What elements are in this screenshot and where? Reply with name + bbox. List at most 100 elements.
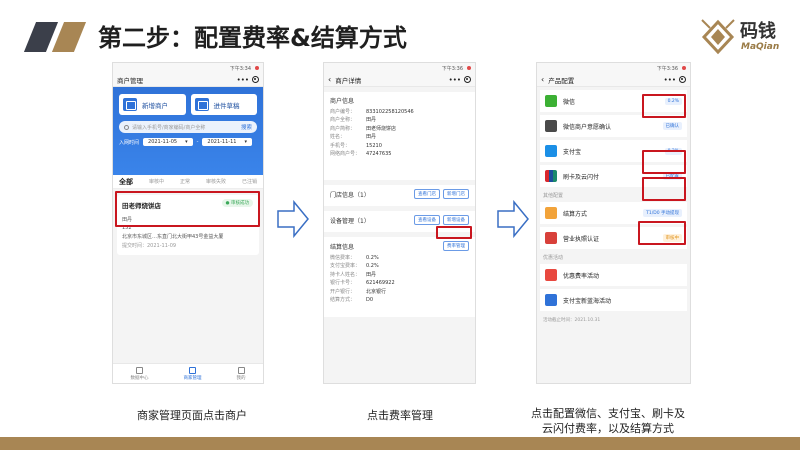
- info-value: 田老师烧饼店: [366, 125, 397, 132]
- merchant-info-section: 商户信息 商户编号： 833102258120546 商户全称： 田丹 商户简称： 田老师…: [324, 92, 475, 180]
- flow-arrow-icon: [277, 199, 309, 239]
- tab-data-center[interactable]: 数据中心: [131, 366, 149, 381]
- tab-merchant-manage[interactable]: 商家管理: [184, 366, 202, 381]
- info-value: 田丹: [366, 271, 377, 278]
- status-time: 下午3:36: [656, 65, 678, 72]
- search-icon: [124, 124, 129, 130]
- back-icon[interactable]: ‹: [541, 75, 544, 84]
- close-target-icon[interactable]: [252, 76, 259, 83]
- highlight-alipay-rate: [642, 150, 686, 174]
- fee-manage-button[interactable]: 费率管理: [443, 241, 469, 251]
- notification-dot-icon: [682, 66, 686, 70]
- activity-deadline: 活动截止时间：2021.10.31: [543, 318, 601, 323]
- close-target-icon[interactable]: [464, 76, 471, 83]
- status-badge: 已确认: [662, 122, 682, 130]
- date-start-picker[interactable]: 2021-11-05 ▾: [143, 138, 193, 146]
- tab-all[interactable]: 全部: [119, 177, 133, 187]
- unionpay-icon: [545, 170, 557, 182]
- product-row-wechat-confirm[interactable]: 微信商户意愿确认 已确认: [540, 115, 687, 137]
- highlight-settlement: [638, 221, 686, 245]
- info-key: 支付宝费率：: [330, 263, 361, 270]
- tab-mine[interactable]: 我的: [237, 366, 246, 381]
- info-row: 银行卡号： 621469922: [330, 279, 469, 287]
- phone-merchant-detail: 下午3:36 ‹ 商户详情 ••• 商户信息 商户编号： 833102258120…: [323, 62, 476, 384]
- highlight-fee-button: [436, 226, 472, 239]
- mini-program-capsule[interactable]: •••: [237, 76, 259, 84]
- info-key: 开户银行：: [330, 288, 356, 295]
- promo-row-alipay-bluesea[interactable]: 支付宝新蓝海活动: [540, 289, 687, 311]
- status-bar: 下午3:36: [324, 63, 475, 73]
- add-merchant-button[interactable]: 新增商户: [119, 94, 186, 115]
- logo-chinese-text: 码钱: [740, 21, 776, 42]
- info-key: 商户编号：: [330, 109, 356, 115]
- section-title: 设备管理（1）: [330, 217, 370, 225]
- info-value: D0: [366, 297, 374, 304]
- tab-normal[interactable]: 正常: [180, 178, 190, 185]
- date-filter: 入网时间 2021-11-05 ▾ - 2021-11-11 ▾: [119, 138, 257, 146]
- draft-button[interactable]: 进件草稿: [190, 94, 257, 115]
- merchant-submit-time: 提交时间：2021-11-09: [122, 243, 177, 249]
- tab-reviewing[interactable]: 审核中: [149, 178, 164, 185]
- view-store-button[interactable]: 查看门店: [414, 189, 440, 199]
- view-device-button[interactable]: 查看设备: [414, 215, 440, 225]
- tab-cancelled[interactable]: 已注销: [242, 178, 257, 185]
- user-confirm-icon: [545, 120, 557, 132]
- status-tabs: 全部 审核中 正常 审核失败 已注销: [113, 175, 263, 189]
- date-label: 入网时间: [119, 139, 140, 146]
- caption-step3: 点击配置微信、支付宝、刷卡及 云闪付费率，以及结算方式: [531, 407, 685, 435]
- alipay-icon: [545, 145, 557, 157]
- section-title: 结算信息: [330, 243, 355, 251]
- info-row: 手机号： 15210: [330, 142, 469, 150]
- settlement-section: 结算信息 费率管理 微信费率： 0.2% 支付宝费率： 0.2% 持卡人姓名： 田丹 银行卡…: [324, 237, 475, 317]
- add-device-button[interactable]: 新增设备: [443, 215, 469, 225]
- settlement-badge: T1/D0 手动提现: [643, 209, 682, 217]
- info-row: 开户银行： 北京银行: [330, 288, 469, 296]
- logo-diamond-icon: [701, 19, 735, 55]
- mini-program-capsule[interactable]: •••: [664, 76, 686, 84]
- back-icon[interactable]: ‹: [328, 75, 331, 84]
- status-bar: 下午3:36: [537, 63, 690, 73]
- info-value: 833102258120546: [366, 109, 414, 115]
- close-target-icon[interactable]: [679, 76, 686, 83]
- more-icon[interactable]: •••: [664, 76, 676, 84]
- logo-english-text: MaQian: [741, 42, 780, 52]
- status-time: 下午3:34: [229, 65, 251, 72]
- add-store-button[interactable]: 新增门店: [443, 189, 469, 199]
- flow-arrow-icon: [497, 199, 529, 239]
- tab-failed[interactable]: 审核失败: [206, 178, 226, 185]
- bottom-tabbar: 数据中心 商家管理 我的: [113, 363, 263, 383]
- info-key: 手机号：: [330, 142, 351, 149]
- search-placeholder: 请输入手机号/商家编码/商户全称: [132, 124, 206, 131]
- info-row: 姓名： 田丹: [330, 133, 469, 141]
- info-row: 商户编号： 833102258120546: [330, 108, 469, 116]
- document-icon: [194, 98, 209, 111]
- grid-icon: [189, 366, 196, 374]
- more-icon[interactable]: •••: [449, 76, 461, 84]
- mini-program-capsule[interactable]: •••: [449, 76, 471, 84]
- info-key: 银行卡号：: [330, 280, 356, 287]
- nav-title: 商户详情: [335, 76, 362, 85]
- info-value: 北京银行: [366, 288, 387, 295]
- search-button[interactable]: 搜索: [241, 123, 252, 131]
- info-row: 持卡人姓名： 田丹: [330, 271, 469, 279]
- info-row: 商户简称： 田老师烧饼店: [330, 125, 469, 133]
- info-key: 网络商户号：: [330, 151, 361, 158]
- caption-step2: 点击费率管理: [367, 409, 433, 422]
- notification-dot-icon: [255, 66, 259, 70]
- nav-title: 产品配置: [548, 76, 575, 85]
- store-icon: [123, 98, 137, 111]
- info-key: 微信费率：: [330, 255, 356, 261]
- wallet-icon: [545, 207, 557, 219]
- search-input[interactable]: 请输入手机号/商家编码/商户全称 搜索: [119, 121, 257, 133]
- info-value: 15210: [366, 142, 382, 149]
- discount-icon: [545, 269, 557, 281]
- more-icon[interactable]: •••: [237, 76, 249, 84]
- section-title: 门店信息（1）: [330, 191, 370, 199]
- status-time: 下午3:36: [441, 65, 463, 72]
- date-end-picker[interactable]: 2021-11-11 ▾: [202, 138, 252, 146]
- nav-title: 商户管理: [117, 76, 143, 85]
- info-key: 持卡人姓名：: [330, 271, 361, 278]
- info-key: 姓名：: [330, 134, 346, 141]
- alipay-activity-icon: [545, 294, 557, 306]
- promo-row-rate[interactable]: 优惠费率活动: [540, 264, 687, 286]
